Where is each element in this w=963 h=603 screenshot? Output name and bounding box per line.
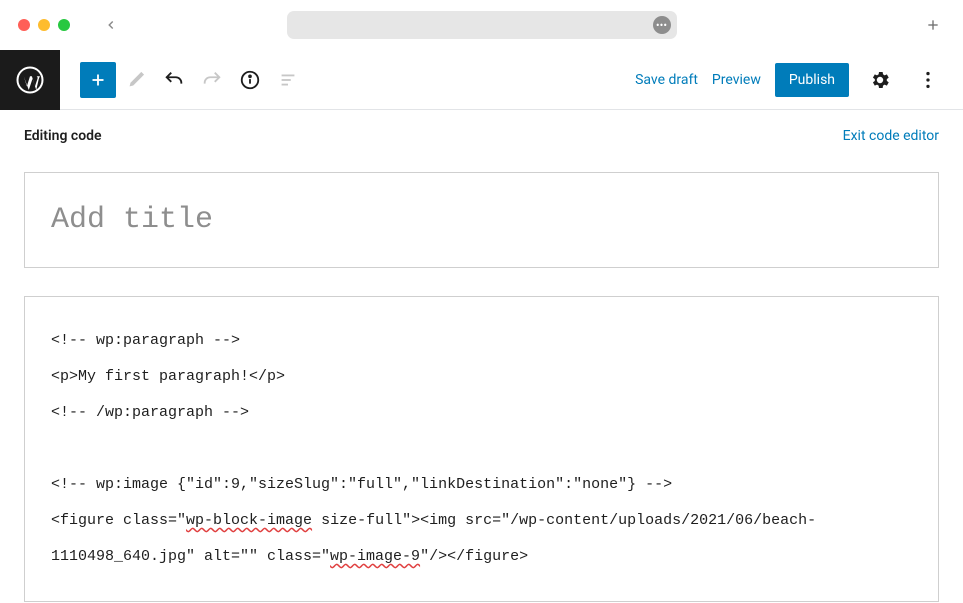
address-bar[interactable]: •••: [287, 11, 677, 39]
code-editor-header: Editing code Exit code editor: [0, 110, 963, 154]
code-line: <!-- /wp:paragraph -->: [51, 404, 249, 421]
exit-code-editor-link[interactable]: Exit code editor: [843, 128, 939, 144]
preview-button[interactable]: Preview: [712, 72, 761, 88]
publish-button[interactable]: Publish: [775, 63, 849, 97]
editor-body: <!-- wp:paragraph --> <p>My first paragr…: [0, 154, 963, 602]
window-titlebar: •••: [0, 0, 963, 50]
info-button[interactable]: [232, 62, 268, 98]
code-line: <!-- wp:paragraph -->: [51, 332, 240, 349]
editor-tools: [60, 62, 306, 98]
wordpress-logo[interactable]: [0, 50, 60, 110]
close-window-button[interactable]: [18, 19, 30, 31]
back-button[interactable]: [104, 18, 118, 32]
spellcheck-underline: wp-block-image: [186, 512, 312, 529]
editor-actions: Save draft Preview Publish: [635, 63, 963, 97]
code-line: "/></figure>: [420, 548, 528, 565]
add-block-button[interactable]: [80, 62, 116, 98]
code-line: <!-- wp:image {"id":9,"sizeSlug":"full",…: [51, 476, 672, 493]
new-tab-button[interactable]: [925, 17, 941, 33]
code-line: <figure class=": [51, 512, 186, 529]
edit-tool-button[interactable]: [118, 62, 154, 98]
post-title-input[interactable]: [24, 172, 939, 268]
editing-code-label: Editing code: [24, 128, 102, 144]
minimize-window-button[interactable]: [38, 19, 50, 31]
site-info-icon[interactable]: •••: [653, 16, 671, 34]
traffic-lights: [18, 19, 70, 31]
maximize-window-button[interactable]: [58, 19, 70, 31]
undo-button[interactable]: [156, 62, 192, 98]
code-textarea[interactable]: <!-- wp:paragraph --> <p>My first paragr…: [24, 296, 939, 602]
code-line: <p>My first paragraph!</p>: [51, 368, 285, 385]
editor-toolbar: Save draft Preview Publish: [0, 50, 963, 110]
redo-button[interactable]: [194, 62, 230, 98]
spellcheck-underline: wp-image-9: [330, 548, 420, 565]
settings-button[interactable]: [863, 63, 897, 97]
save-draft-button[interactable]: Save draft: [635, 72, 698, 88]
outline-button[interactable]: [270, 62, 306, 98]
more-options-button[interactable]: [911, 63, 945, 97]
